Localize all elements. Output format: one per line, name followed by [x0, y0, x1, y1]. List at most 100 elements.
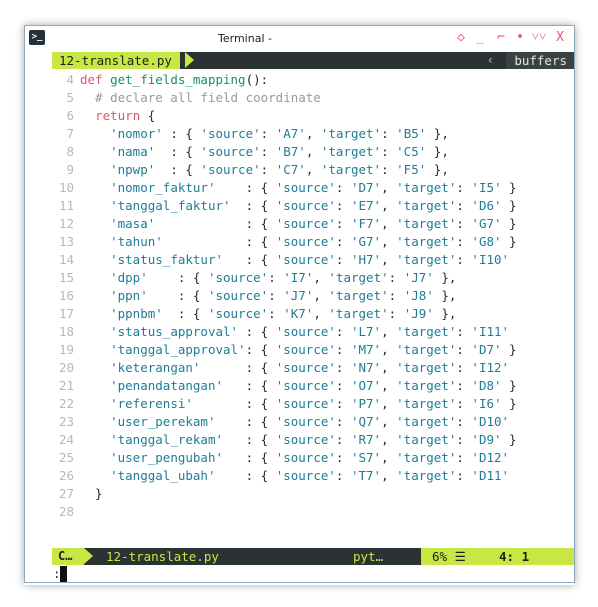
code-token: 'target': [396, 378, 457, 393]
code-line[interactable]: 5 # declare all field coordinate: [52, 89, 574, 107]
code-line[interactable]: 15 'dpp' : { 'source': 'I7', 'target': '…: [52, 269, 574, 287]
code-token: ,: [381, 198, 397, 213]
code-token: :: [268, 288, 284, 303]
code-line[interactable]: 19 'tanggal_approval': { 'source': 'M7',…: [52, 341, 574, 359]
code-token: 'target': [396, 234, 457, 249]
code-line[interactable]: 22 'referensi' : { 'source': 'P7', 'targ…: [52, 395, 574, 413]
code-token: 'source': [275, 234, 336, 249]
code-token: 'J7': [283, 288, 314, 303]
code-line[interactable]: 16 'ppn' : { 'source': 'J7', 'target': '…: [52, 287, 574, 305]
code-line[interactable]: 8 'nama' : { 'source': 'B7', 'target': '…: [52, 143, 574, 161]
sticky-diamond-icon[interactable]: ◇: [453, 29, 469, 47]
code-token: ,: [313, 306, 329, 321]
line-number: 7: [66, 126, 74, 141]
code-line[interactable]: 10 'nomor_faktur' : { 'source': 'D7', 't…: [52, 179, 574, 197]
code-token: 'O7': [350, 378, 382, 393]
code-token: :: [260, 126, 276, 141]
code-token: : {: [215, 468, 276, 483]
code-line[interactable]: 20 'keterangan' : { 'source': 'N7', 'tar…: [52, 359, 574, 377]
maximize-icon[interactable]: ⌐: [493, 29, 509, 47]
terminal-window: >_ Terminal - ◇ _ ⌐ • ˅˅ X 12-translate.…: [24, 25, 575, 583]
line-number: 13: [58, 234, 74, 249]
shade-icon[interactable]: ˅˅: [531, 29, 547, 47]
code-token: 'source': [275, 360, 336, 375]
code-token: :: [456, 468, 472, 483]
minimize-icon[interactable]: _: [472, 29, 488, 47]
code-token: 'nomor': [110, 126, 163, 141]
title-bar[interactable]: >_ Terminal - ◇ _ ⌐ • ˅˅ X: [25, 26, 574, 51]
code-token: 'C7': [275, 162, 306, 177]
code-token: : {: [245, 342, 276, 357]
code-line[interactable]: 6 return {: [52, 107, 574, 125]
code-line[interactable]: 13 'tahun' : { 'source': 'G7', 'target':…: [52, 233, 574, 251]
code-line[interactable]: 28: [52, 503, 574, 521]
code-token: },: [426, 126, 449, 141]
code-token: 'I7': [283, 270, 314, 285]
code-token: ,: [381, 468, 397, 483]
code-token: 'I12': [471, 360, 510, 375]
code-token: 'nama': [110, 144, 156, 159]
code-token: 'target': [396, 432, 457, 447]
code-token: 'target': [396, 180, 457, 195]
code-line[interactable]: 4 def get_fields_mapping():: [52, 71, 574, 89]
line-number: 11: [58, 198, 74, 213]
terminal-content[interactable]: 12-translate.py ‹ buffers 4 def get_field…: [52, 52, 574, 582]
line-number: 5: [66, 90, 74, 105]
code-line[interactable]: 12 'masa' : { 'source': 'F7', 'target': …: [52, 215, 574, 233]
code-token: 'source': [275, 324, 336, 339]
code-token: : {: [200, 360, 276, 375]
line-number: 26: [58, 468, 74, 483]
code-token: :: [456, 342, 472, 357]
line-number: 24: [58, 432, 74, 447]
code-line[interactable]: 11 'tanggal_faktur' : { 'source': 'E7', …: [52, 197, 574, 215]
line-number: 22: [58, 396, 74, 411]
code-line[interactable]: 24 'tanggal_rekam' : { 'source': 'R7', '…: [52, 431, 574, 449]
code-token: : {: [162, 306, 208, 321]
code-token: 'I6': [471, 396, 502, 411]
code-token: }: [501, 198, 517, 213]
code-line[interactable]: 26 'tanggal_ubah' : { 'source': 'T7', 't…: [52, 467, 574, 485]
code-line[interactable]: 25 'user_pengubah' : { 'source': 'S7', '…: [52, 449, 574, 467]
code-line[interactable]: 17 'ppnbm' : { 'source': 'K7', 'target':…: [52, 305, 574, 323]
status-percent: 6% ☰: [421, 548, 493, 565]
code-token: 'D9': [471, 432, 502, 447]
code-token: }: [501, 216, 517, 231]
code-token: 'tahun': [110, 234, 163, 249]
code-token: : {: [192, 396, 276, 411]
code-token: : {: [162, 234, 276, 249]
code-editor[interactable]: 4 def get_fields_mapping(): 5 # declare al…: [52, 71, 574, 521]
code-token: :: [335, 180, 351, 195]
code-line[interactable]: 14 'status_faktur' : { 'source': 'H7', '…: [52, 251, 574, 269]
code-line[interactable]: 23 'user_perekam' : { 'source': 'Q7', 't…: [52, 413, 574, 431]
code-token: 'F5': [396, 162, 427, 177]
code-token: :: [335, 234, 351, 249]
code-token: 'target': [396, 342, 457, 357]
status-cursor-position: 4: 1: [493, 548, 574, 565]
code-token: 'D6': [471, 198, 502, 213]
menu-dot-icon[interactable]: •: [512, 29, 528, 47]
code-line[interactable]: 9 'npwp' : { 'source': 'C7', 'target': '…: [52, 161, 574, 179]
buffer-tab[interactable]: 12-translate.py: [52, 52, 180, 69]
code-token: 'H7': [350, 252, 382, 267]
code-token: ,: [381, 450, 397, 465]
code-line[interactable]: 27 }: [52, 485, 574, 503]
line-number: 27: [58, 486, 74, 501]
line-number: 9: [66, 162, 74, 177]
code-line[interactable]: 21 'penandatangan' : { 'source': 'O7', '…: [52, 377, 574, 395]
code-token: 'source': [275, 414, 336, 429]
code-token: 'D10': [471, 414, 510, 429]
code-token: :: [388, 270, 404, 285]
code-line[interactable]: 7 'nomor' : { 'source': 'A7', 'target': …: [52, 125, 574, 143]
code-token: 'F7': [350, 216, 382, 231]
command-line[interactable]: :: [52, 566, 574, 582]
code-token: 'target': [328, 270, 389, 285]
code-token: 'S7': [350, 450, 382, 465]
code-token: :: [456, 216, 472, 231]
code-line[interactable]: 18 'status_approval' : { 'source': 'L7',…: [52, 323, 574, 341]
line-number: 25: [58, 450, 74, 465]
close-icon[interactable]: X: [552, 29, 568, 47]
